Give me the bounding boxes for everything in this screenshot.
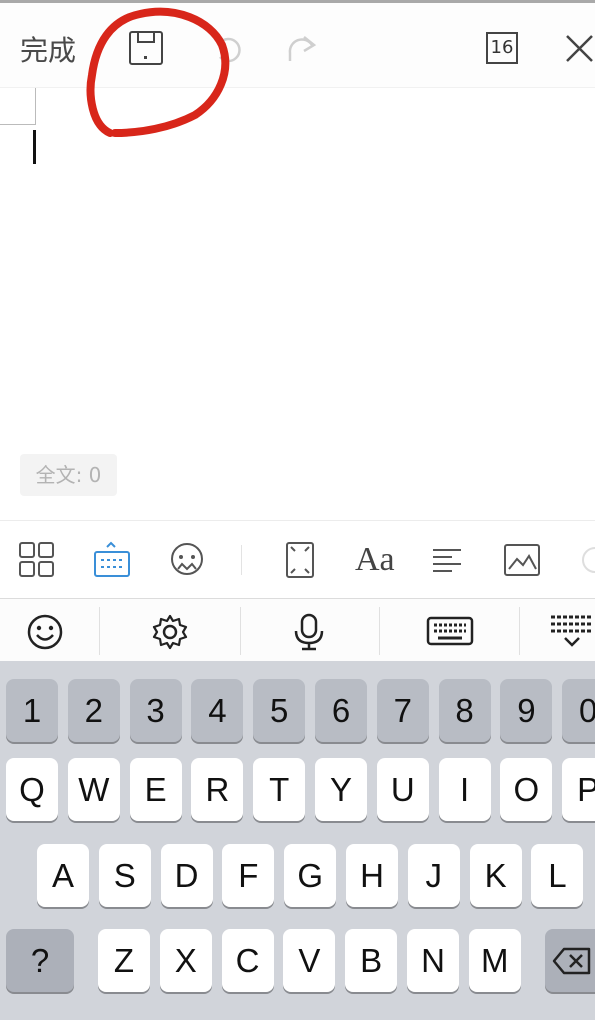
key-2[interactable]: 2 <box>67 679 120 742</box>
extra-icon[interactable] <box>578 541 595 579</box>
format-toolbar: Aa <box>0 520 595 599</box>
key-d[interactable]: D <box>160 844 213 907</box>
keyboard-toolbar-divider <box>240 607 241 655</box>
key-3[interactable]: 3 <box>129 679 182 742</box>
keyboard-toolbar-divider <box>379 607 380 655</box>
key-h[interactable]: H <box>346 844 398 907</box>
keyboard: 1 2 3 4 5 6 7 8 9 0 Q W E R T Y U I O P A S D F G H J K L? Z X C V B N M <box>0 661 595 1020</box>
key-5[interactable]: 5 <box>253 679 306 742</box>
keyboard-toolbar <box>0 598 595 663</box>
key-t[interactable]: T <box>253 758 306 821</box>
keyboard-toolbar-divider <box>519 607 520 655</box>
font-icon[interactable]: Aa <box>355 541 395 579</box>
symbol-key[interactable]: ? <box>6 929 74 992</box>
key-g[interactable]: G <box>284 844 337 907</box>
key-j[interactable]: J <box>407 844 460 907</box>
text-cursor <box>33 130 36 164</box>
close-icon[interactable] <box>562 31 595 65</box>
grid-icon[interactable] <box>18 541 56 579</box>
word-count-label: 全文: 0 <box>20 454 117 496</box>
key-s[interactable]: S <box>98 844 151 907</box>
key-8[interactable]: 8 <box>438 679 491 742</box>
key-w[interactable]: W <box>67 758 120 821</box>
keyboard-icon[interactable] <box>93 541 131 579</box>
key-o[interactable]: O <box>500 758 553 821</box>
key-r[interactable]: R <box>191 758 244 821</box>
key-m[interactable]: M <box>468 929 521 992</box>
key-z[interactable]: Z <box>98 929 150 992</box>
key-v[interactable]: V <box>283 929 336 992</box>
key-p[interactable]: P <box>562 758 595 821</box>
fullscreen-icon[interactable] <box>284 541 316 579</box>
keyboard-icon[interactable] <box>426 613 474 649</box>
key-u[interactable]: U <box>376 758 429 821</box>
undo-icon[interactable] <box>212 31 248 67</box>
key-q[interactable]: Q <box>6 758 58 821</box>
save-icon[interactable] <box>126 28 166 68</box>
key-1[interactable]: 1 <box>6 679 58 742</box>
key-n[interactable]: N <box>407 929 459 992</box>
key-x[interactable]: X <box>159 929 212 992</box>
done-button[interactable]: 完成 <box>20 29 76 69</box>
hide-keyboard-icon[interactable] <box>549 613 595 651</box>
key-7[interactable]: 7 <box>376 679 429 742</box>
key-y[interactable]: Y <box>315 758 367 821</box>
align-icon[interactable] <box>430 541 466 579</box>
key-f[interactable]: F <box>222 844 275 907</box>
smiley-icon[interactable] <box>26 613 64 651</box>
settings-icon[interactable] <box>151 613 189 651</box>
redo-icon[interactable] <box>282 31 320 67</box>
emoji-face-icon[interactable] <box>168 541 206 579</box>
keyboard-toolbar-divider <box>99 607 100 655</box>
key-c[interactable]: C <box>221 929 274 992</box>
editor-top-bar: 完成 16 <box>0 0 595 88</box>
backspace-icon <box>552 947 591 975</box>
key-l[interactable]: L <box>531 844 584 907</box>
table-fragment <box>0 88 36 125</box>
microphone-icon[interactable] <box>292 613 326 651</box>
calendar-icon[interactable]: 16 <box>486 32 518 64</box>
key-k[interactable]: K <box>469 844 522 907</box>
key-b[interactable]: B <box>345 929 398 992</box>
key-e[interactable]: E <box>129 758 182 821</box>
key-a[interactable]: A <box>37 844 89 907</box>
key-0[interactable]: 0 <box>562 679 595 742</box>
backspace-key[interactable] <box>545 929 595 992</box>
key-i[interactable]: I <box>438 758 491 821</box>
key-6[interactable]: 6 <box>315 679 367 742</box>
date-badge: 16 <box>490 37 514 58</box>
image-icon[interactable] <box>503 541 541 579</box>
toolbar-divider <box>241 545 242 575</box>
key-4[interactable]: 4 <box>191 679 244 742</box>
key-9[interactable]: 9 <box>500 679 553 742</box>
